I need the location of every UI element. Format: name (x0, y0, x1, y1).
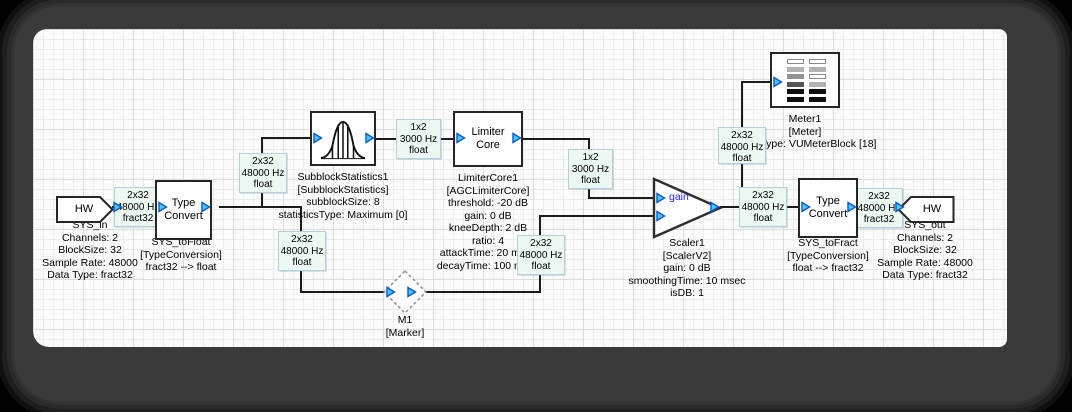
subblock-statistics-input-pin[interactable] (313, 132, 323, 144)
type-convert-in-caption: SYS_toFloat [TypeConversion] fract32 -->… (140, 236, 222, 273)
wire[interactable] (588, 197, 657, 199)
sys-out-input-pin[interactable] (895, 201, 905, 213)
wire[interactable] (300, 291, 387, 293)
scaler-output-pin[interactable] (710, 201, 720, 213)
vu-meter-bars-icon (787, 58, 827, 104)
wire[interactable] (519, 138, 589, 140)
limiter-core-caption: LimiterCore1 [AGCLimiterCore] threshold:… (436, 172, 540, 272)
designer-canvas[interactable]: SYS_in Channels: 2 BlockSize: 32 Sample … (33, 29, 1007, 347)
sys-in-hw-label: HW (74, 203, 94, 215)
subblock-statistics-output-pin[interactable] (365, 132, 375, 144)
limiter-core-output-pin[interactable] (512, 132, 522, 144)
wire-label-audio-to-scaler: 2x32 48000 Hz float (517, 235, 565, 275)
marker-output-pin[interactable] (407, 286, 417, 298)
marker-caption: M1 [Marker] (385, 314, 425, 339)
wire-label-meter-wire: 2x32 48000 Hz float (718, 127, 766, 164)
scaler-gain-input-pin[interactable] (656, 192, 666, 204)
marker-input-pin[interactable] (386, 286, 396, 298)
type-convert-in-output-pin[interactable] (201, 201, 211, 213)
wire-label-scaler-out: 2x32 48000 Hz float (739, 187, 787, 227)
sys-in-output-pin[interactable] (113, 201, 123, 213)
type-convert-out-output-pin[interactable] (847, 201, 857, 213)
scaler-gain-pin-label: gain (669, 191, 689, 203)
sys-out-hw-label: HW (922, 203, 942, 215)
wire[interactable] (261, 137, 315, 139)
scaler-audio-input-pin[interactable] (656, 210, 666, 222)
type-convert-out-input-pin[interactable] (801, 201, 811, 213)
wire-label-gain-wire: 1x2 3000 Hz float (568, 149, 613, 189)
histogram-bell-icon (320, 120, 366, 159)
screenshot-stage: SYS_in Channels: 2 BlockSize: 32 Sample … (0, 0, 1072, 412)
type-convert-in-input-pin[interactable] (158, 201, 168, 213)
wire-label-float-down: 2x32 48000 Hz float (278, 231, 326, 271)
meter-input-pin[interactable] (773, 76, 783, 88)
wire-label-float-up: 2x32 48000 Hz float (239, 153, 287, 193)
wire[interactable] (421, 291, 541, 293)
limiter-core-input-pin[interactable] (456, 132, 466, 144)
wire-label-stats-out: 1x2 3000 Hz float (396, 119, 441, 159)
